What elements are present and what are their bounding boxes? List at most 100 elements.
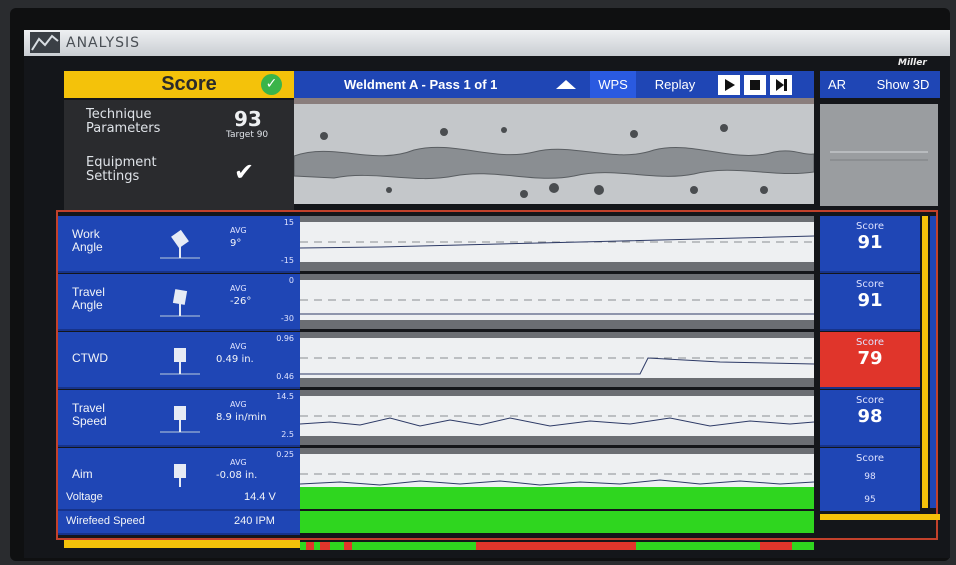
upper-limit: 15 — [283, 218, 294, 227]
param-graph-1 — [300, 274, 814, 329]
param-name-line1: Aim — [72, 467, 93, 481]
param-row-2[interactable]: CTWD AVG 0.49 in. 0.96 0.46 — [58, 332, 300, 389]
lower-limit: 2.5 — [281, 430, 294, 439]
avg-label: AVG — [230, 284, 247, 293]
param-name-line2: Angle — [72, 240, 103, 254]
param-name: Aim — [72, 468, 93, 481]
pass-check-icon: ✓ — [261, 74, 282, 95]
play-icon[interactable] — [718, 75, 740, 95]
param-name-line2: Speed — [72, 414, 107, 428]
avg-value: -26° — [230, 296, 252, 307]
avg-value: 9° — [230, 238, 242, 249]
bottom-yellow-bar — [64, 540, 300, 548]
equipment-label: Equipment Settings — [86, 156, 157, 184]
travel-angle-icon — [160, 289, 200, 317]
score-title: Score — [161, 73, 217, 95]
param-trace — [300, 222, 814, 262]
score-value: 91 — [857, 290, 883, 311]
travel-speed-icon — [160, 406, 200, 433]
wirefeed-value: 240 IPM — [234, 515, 275, 527]
equipment-label-line1: Equipment — [86, 155, 157, 170]
wirefeed-row: Wirefeed Speed 240 IPM — [58, 511, 300, 535]
screen: ANALYSIS Miller Score ✓ Technique Parame… — [24, 30, 950, 558]
param-row-0[interactable]: Work Angle AVG 9° 15 -15 — [58, 216, 300, 273]
score-label: Score — [855, 453, 884, 464]
avg-label: AVG — [230, 400, 247, 409]
upper-limit: 0.96 — [276, 334, 294, 343]
voltage-graph — [300, 487, 814, 509]
technique-label-line2: Parameters — [86, 121, 161, 136]
upper-limit: 0.25 — [276, 450, 294, 459]
replay-button[interactable]: Replay — [640, 71, 710, 98]
weld-bead-image — [294, 104, 814, 204]
lower-limit: 0.46 — [276, 372, 294, 381]
stop-icon[interactable] — [744, 75, 766, 95]
score-side-strip-blue — [930, 216, 936, 508]
param-name: Travel Angle — [72, 286, 105, 312]
technique-target: Target 90 — [226, 130, 269, 140]
upper-limit: 14.5 — [276, 392, 294, 401]
avg-label: AVG — [230, 226, 247, 235]
param-name-line2: Angle — [72, 298, 103, 312]
score-value: 98 — [857, 406, 883, 427]
dropdown-up-icon[interactable] — [556, 80, 576, 89]
param-score-3[interactable]: Score 98 — [820, 390, 920, 447]
score-value: 79 — [857, 348, 883, 369]
score-label: Score — [855, 337, 884, 348]
wirefeed-label: Wirefeed Speed — [66, 515, 145, 527]
voltage-value: 14.4 V — [244, 491, 276, 503]
brand-logo: Miller — [898, 58, 927, 68]
summary-panel: Technique Parameters 93 Target 90 Equipm… — [64, 100, 294, 210]
param-score-0[interactable]: Score 91 — [820, 216, 920, 273]
score-label: Score — [855, 395, 884, 406]
equipment-check-icon: ✔ — [234, 158, 255, 186]
technique-label-line1: Technique — [86, 107, 152, 122]
technique-label: Technique Parameters — [86, 108, 160, 136]
param-name-line1: CTWD — [72, 351, 108, 365]
avg-value: 8.9 in/min — [216, 412, 267, 423]
avg-value: 0.49 in. — [216, 354, 254, 365]
ar-texture-image — [820, 104, 938, 206]
score-bottom-bar — [820, 514, 940, 520]
voltage-label: Voltage — [66, 491, 103, 503]
top-bar: ANALYSIS — [24, 30, 950, 56]
param-trace — [300, 280, 814, 320]
param-row-3[interactable]: Travel Speed AVG 8.9 in/min 14.5 2.5 — [58, 390, 300, 447]
wirefeed-graph — [300, 511, 814, 533]
upper-limit: 0 — [288, 276, 294, 285]
param-name: CTWD — [72, 352, 108, 365]
param-score-2[interactable]: Score 79 — [820, 332, 920, 389]
ctwd-icon — [160, 348, 200, 375]
param-row-1[interactable]: Travel Angle AVG -26° 0 -30 — [58, 274, 300, 331]
param-graph-0 — [300, 216, 814, 271]
avg-value: -0.08 in. — [216, 470, 258, 481]
equipment-label-line2: Settings — [86, 169, 140, 184]
param-name: Travel Speed — [72, 402, 107, 428]
score-label: Score — [855, 279, 884, 290]
work-angle-icon — [160, 229, 200, 259]
score-value: 91 — [857, 232, 883, 253]
score-side-strip — [922, 216, 928, 508]
wirefeed-score: 95 — [820, 489, 920, 511]
score-label: Score — [855, 221, 884, 232]
avg-label: AVG — [230, 342, 247, 351]
technique-score: 93 — [234, 107, 262, 131]
avg-label: AVG — [230, 458, 247, 467]
param-trace — [300, 396, 814, 436]
wps-button[interactable]: WPS — [590, 71, 636, 98]
weldment-title: Weldment A - Pass 1 of 1 — [344, 77, 498, 92]
timeline-bar[interactable] — [300, 542, 814, 550]
lower-limit: -15 — [280, 256, 294, 265]
ar-bar: AR Show 3D — [820, 71, 940, 98]
param-score-1[interactable]: Score 91 — [820, 274, 920, 331]
app-title: ANALYSIS — [66, 35, 141, 51]
param-trace — [300, 338, 814, 378]
ar-button[interactable]: AR — [824, 71, 850, 98]
score-header[interactable]: Score ✓ — [64, 71, 294, 98]
show-3d-button[interactable]: Show 3D — [868, 71, 938, 98]
step-forward-icon[interactable] — [770, 75, 792, 95]
app-logo-icon — [30, 32, 60, 53]
lower-limit: -30 — [280, 314, 294, 323]
param-graph-2 — [300, 332, 814, 387]
voltage-row: Voltage 14.4 V — [58, 487, 300, 511]
